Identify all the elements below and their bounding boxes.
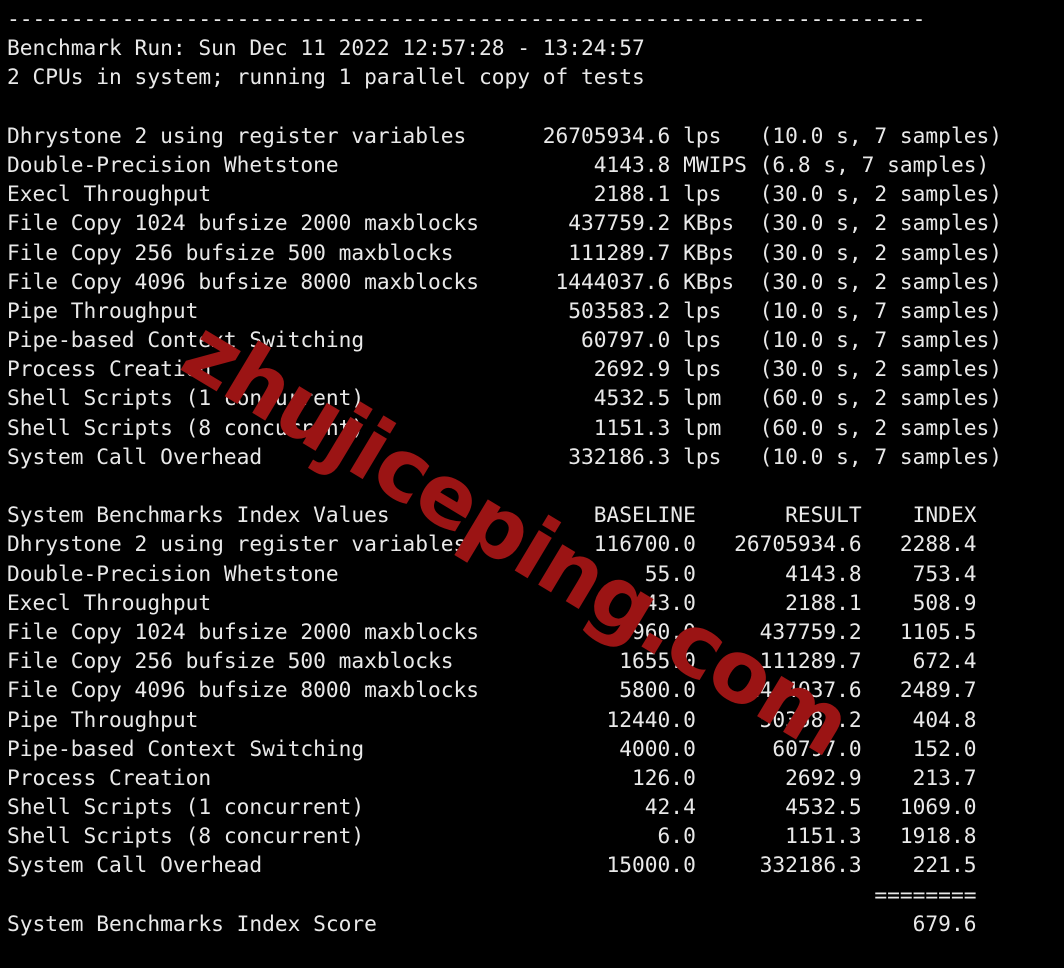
index-table-row: Shell Scripts (8 concurrent) 6.0 1151.3 …	[7, 823, 977, 849]
raw-result-row: Pipe Throughput 503583.2 lps (10.0 s, 7 …	[7, 297, 1002, 323]
index-table-row: File Copy 1024 bufsize 2000 maxblocks 39…	[7, 618, 977, 644]
raw-result-row: File Copy 4096 bufsize 8000 maxblocks 14…	[7, 268, 1002, 294]
top-rule: ----------------------------------------…	[7, 6, 926, 31]
raw-result-row: Double-Precision Whetstone 4143.8 MWIPS …	[7, 151, 990, 177]
score-separator: ========	[7, 881, 977, 907]
raw-result-row: Shell Scripts (1 concurrent) 4532.5 lpm …	[7, 385, 1002, 411]
index-table-row: Shell Scripts (1 concurrent) 42.4 4532.5…	[7, 794, 977, 820]
index-table-row: Double-Precision Whetstone 55.0 4143.8 7…	[7, 560, 977, 586]
index-table-row: File Copy 256 bufsize 500 maxblocks 1655…	[7, 648, 977, 674]
raw-result-row: File Copy 1024 bufsize 2000 maxblocks 43…	[7, 210, 1002, 236]
raw-result-row: Dhrystone 2 using register variables 267…	[7, 122, 1002, 148]
raw-result-row: Shell Scripts (8 concurrent) 1151.3 lpm …	[7, 414, 1002, 440]
index-table-row: File Copy 4096 bufsize 8000 maxblocks 58…	[7, 677, 977, 703]
index-table-row: Execl Throughput 43.0 2188.1 508.9	[7, 589, 977, 615]
index-table-header: System Benchmarks Index Values BASELINE …	[7, 502, 977, 528]
index-table-row: System Call Overhead 15000.0 332186.3 22…	[7, 852, 977, 878]
benchmark-console-output: ----------------------------------------…	[0, 0, 1064, 968]
raw-result-row: Pipe-based Context Switching 60797.0 lps…	[7, 327, 1002, 353]
raw-result-row: System Call Overhead 332186.3 lps (10.0 …	[7, 443, 1002, 469]
index-table-row: Pipe-based Context Switching 4000.0 6079…	[7, 735, 977, 761]
raw-result-row: Process Creation 2692.9 lps (30.0 s, 2 s…	[7, 356, 1002, 382]
index-table-row: Pipe Throughput 12440.0 503583.2 404.8	[7, 706, 977, 732]
index-score-row: System Benchmarks Index Score 679.6	[7, 910, 977, 936]
benchmark-run-header: Benchmark Run: Sun Dec 11 2022 12:57:28 …	[7, 35, 645, 61]
raw-result-row: Execl Throughput 2188.1 lps (30.0 s, 2 s…	[7, 181, 1002, 207]
terminal-window: zhujiceping.com ------------------------…	[0, 0, 1064, 968]
raw-result-row: File Copy 256 bufsize 500 maxblocks 1112…	[7, 239, 1002, 265]
index-table-row: Dhrystone 2 using register variables 116…	[7, 531, 977, 557]
index-table-row: Process Creation 126.0 2692.9 213.7	[7, 764, 977, 790]
cpu-info-header: 2 CPUs in system; running 1 parallel cop…	[7, 64, 645, 90]
